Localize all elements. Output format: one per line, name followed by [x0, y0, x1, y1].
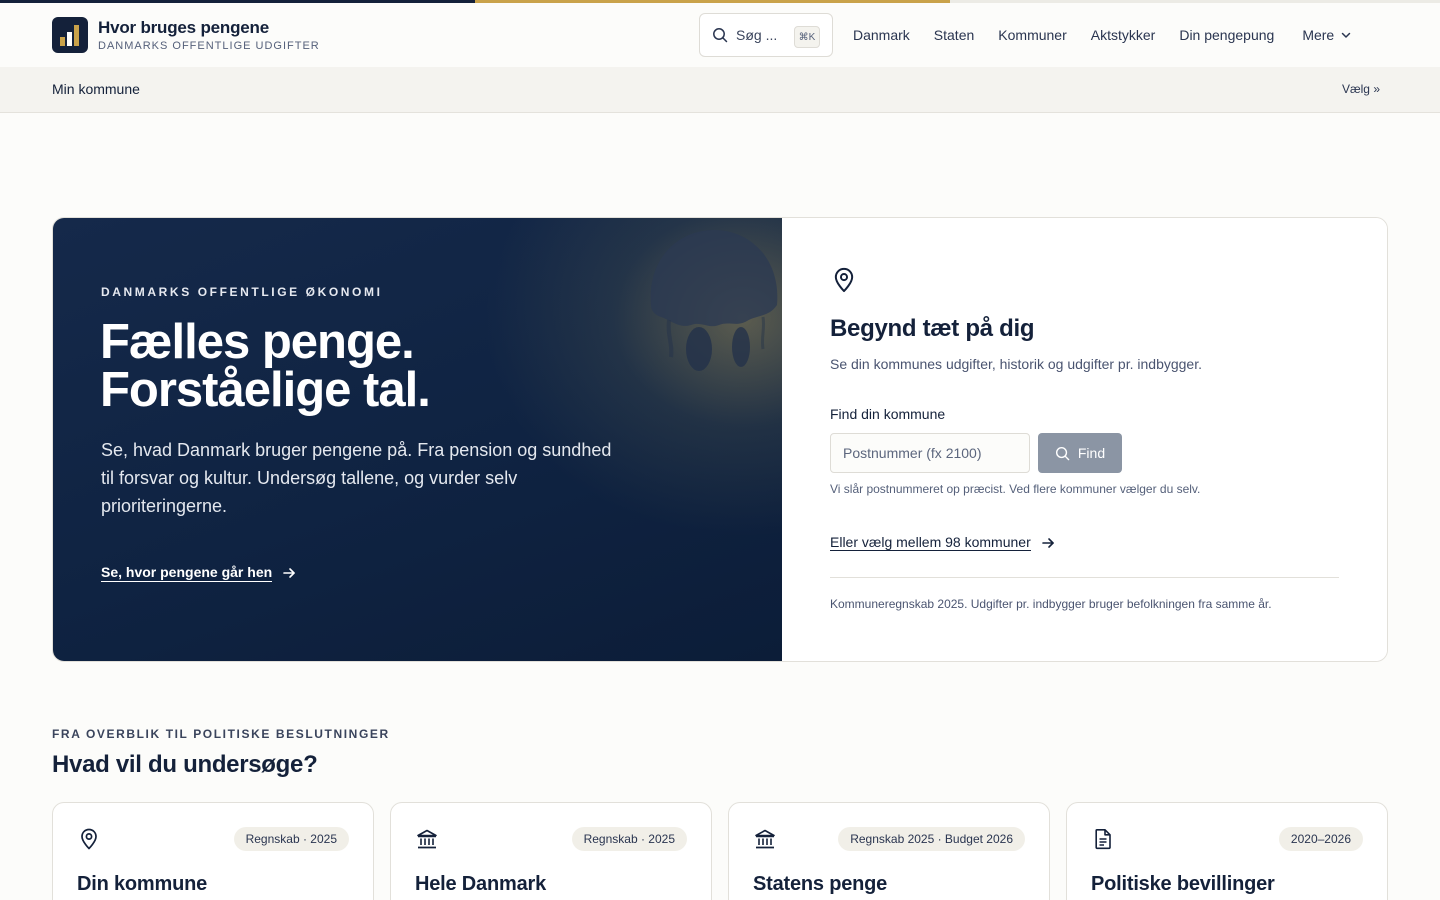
- choose-municipality-link[interactable]: Vælg »: [1342, 82, 1380, 96]
- section-eyebrow: FRA OVERBLIK TIL POLITISKE BESLUTNINGER: [52, 727, 390, 741]
- choose-from-list-label: Eller vælg mellem 98 kommuner: [830, 534, 1031, 551]
- site-title: Hvor bruges pengene: [98, 17, 269, 37]
- section-title: Hvad vil du undersøge?: [52, 751, 318, 778]
- nav-link-staten[interactable]: Staten: [934, 27, 974, 43]
- nav-link-danmark[interactable]: Danmark: [853, 27, 910, 43]
- search-shortcut-badge: ⌘K: [794, 26, 820, 48]
- site-logo[interactable]: Hvor bruges pengene DANMARKS OFFENTLIGE …: [52, 17, 320, 53]
- municipality-finder-panel: Begynd tæt på dig Se din kommunes udgift…: [782, 218, 1387, 661]
- jellyfish-illustration: [650, 230, 778, 371]
- hero-banner: DANMARKS OFFENTLIGE ØKONOMI Fælles penge…: [53, 218, 782, 661]
- search-icon: [1055, 446, 1070, 460]
- search-placeholder: Søg ...: [736, 27, 778, 43]
- nav-more-label: Mere: [1302, 27, 1335, 43]
- site-header: Hvor bruges pengene DANMARKS OFFENTLIGE …: [0, 3, 1440, 67]
- topic-card-politiske-bevillinger[interactable]: 2020–2026 Politiske bevillinger: [1066, 802, 1388, 900]
- hero-section: DANMARKS OFFENTLIGE ØKONOMI Fælles penge…: [52, 217, 1388, 662]
- choose-from-list-link[interactable]: Eller vælg mellem 98 kommuner: [830, 534, 1055, 551]
- chevron-down-icon: [1341, 32, 1351, 38]
- topic-card-badge: Regnskab · 2025: [233, 827, 349, 851]
- institution-icon: [417, 829, 437, 849]
- topic-card-badge: Regnskab 2025 · Budget 2026: [838, 827, 1025, 851]
- arrow-right-icon: [283, 568, 295, 578]
- hero-eyebrow: DANMARKS OFFENTLIGE ØKONOMI: [101, 285, 383, 299]
- main-nav: Danmark Staten Kommuner Aktstykker Din p…: [853, 3, 1376, 67]
- topic-card-badge: Regnskab · 2025: [571, 827, 687, 851]
- search-button[interactable]: Søg ... ⌘K: [699, 13, 833, 57]
- finder-title: Begynd tæt på dig: [830, 315, 1035, 342]
- map-pin-icon: [834, 267, 854, 293]
- topic-cards: Regnskab · 2025 Din kommune Regnskab · 2…: [52, 802, 1388, 900]
- nav-link-din-pengepung[interactable]: Din pengepung: [1179, 27, 1274, 43]
- postal-code-label: Find din kommune: [830, 406, 946, 422]
- finder-data-note: Kommuneregnskab 2025. Udgifter pr. indby…: [830, 597, 1272, 611]
- municipality-bar: Min kommune Vælg »: [0, 67, 1440, 113]
- nav-link-aktstykker[interactable]: Aktstykker: [1091, 27, 1156, 43]
- topic-card-din-kommune[interactable]: Regnskab · 2025 Din kommune: [52, 802, 374, 900]
- explore-spending-label: Se, hvor pengene går hen: [101, 564, 273, 582]
- topic-card-badge: 2020–2026: [1278, 827, 1363, 851]
- topic-card-title: Din kommune: [77, 873, 208, 895]
- topic-card-hele-danmark[interactable]: Regnskab · 2025 Hele Danmark: [390, 802, 712, 900]
- hero-lead: Se, hvad Danmark bruger pengene på. Fra …: [101, 440, 612, 516]
- postal-code-input[interactable]: [830, 433, 1030, 473]
- topic-card-title: Hele Danmark: [415, 873, 546, 895]
- find-button[interactable]: Find: [1038, 433, 1122, 473]
- hero-headline: Fælles penge. Forståelige tal.: [100, 315, 431, 417]
- my-municipality-label: Min kommune: [52, 81, 140, 97]
- search-icon: [713, 28, 728, 43]
- hero-headline-line-2: Forståelige tal.: [100, 363, 431, 417]
- hero-headline-line-1: Fælles penge.: [100, 315, 415, 369]
- map-pin-icon: [81, 828, 97, 850]
- finder-divider: [830, 577, 1339, 578]
- nav-more-menu[interactable]: Mere: [1302, 27, 1352, 43]
- topic-card-statens-penge[interactable]: Regnskab 2025 · Budget 2026 Statens peng…: [728, 802, 1050, 900]
- nav-link-kommuner[interactable]: Kommuner: [998, 27, 1066, 43]
- site-subtitle: DANMARKS OFFENTLIGE UDGIFTER: [98, 39, 320, 52]
- topic-card-title: Statens penge: [753, 873, 888, 895]
- explore-spending-link[interactable]: Se, hvor pengene går hen: [101, 564, 296, 582]
- postal-code-hint: Vi slår postnummeret op præcist. Ved fle…: [830, 482, 1201, 496]
- find-button-label: Find: [1077, 445, 1106, 461]
- bar-chart-logo-icon: [52, 17, 88, 53]
- topic-card-title: Politiske bevillinger: [1091, 873, 1275, 895]
- finder-subtitle: Se din kommunes udgifter, historik og ud…: [830, 356, 1202, 372]
- arrow-right-icon: [1041, 537, 1054, 548]
- document-icon: [1095, 829, 1111, 850]
- institution-icon: [755, 829, 775, 849]
